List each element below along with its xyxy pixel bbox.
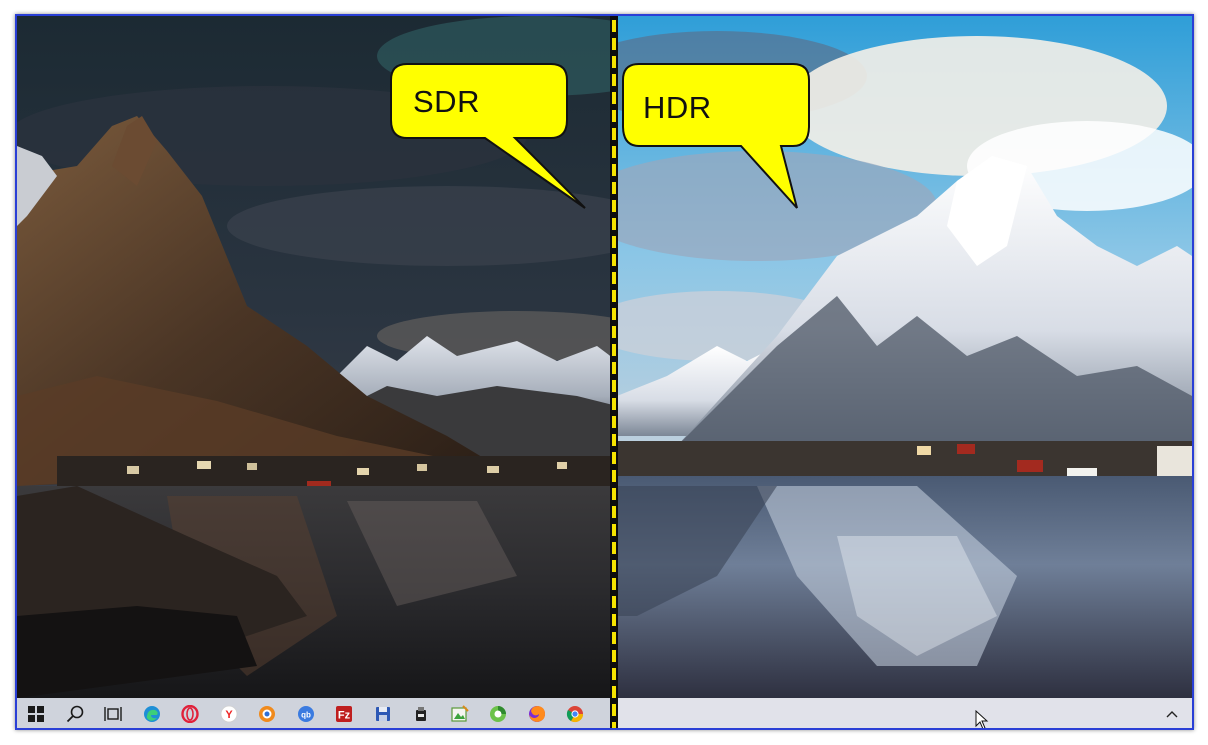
chrome-icon[interactable] [556, 698, 595, 728]
task-view-icon[interactable] [94, 698, 133, 728]
taskbar-icons: Y qb Fz [17, 698, 595, 728]
qbittorrent-icon[interactable]: qb [287, 698, 326, 728]
save-disk-icon[interactable] [364, 698, 403, 728]
svg-text:Fz: Fz [338, 710, 351, 722]
taskbar-hdr-segment [615, 698, 1192, 728]
desktop-wallpaper [17, 16, 1192, 698]
screenshot-frame: SDR HDR Y qb Fz [15, 14, 1194, 730]
filezilla-icon[interactable]: Fz [325, 698, 364, 728]
mouse-cursor-icon [975, 710, 989, 728]
sdr-callout: SDR [389, 62, 589, 212]
edge-browser-icon[interactable] [133, 698, 172, 728]
taskbar: Y qb Fz [17, 698, 1192, 728]
firefox-icon[interactable] [518, 698, 557, 728]
search-icon[interactable] [56, 698, 95, 728]
yandex-browser-icon[interactable]: Y [210, 698, 249, 728]
svg-text:qb: qb [301, 711, 311, 720]
windows-start-icon[interactable] [17, 698, 56, 728]
svg-text:Y: Y [225, 709, 233, 721]
image-editor-icon[interactable] [441, 698, 480, 728]
hdr-label: HDR [643, 90, 712, 125]
cleaner-app-icon[interactable] [479, 698, 518, 728]
chevron-up-icon[interactable] [1164, 706, 1180, 722]
opera-browser-icon[interactable] [171, 698, 210, 728]
comparison-divider [610, 16, 618, 728]
sdr-label: SDR [413, 84, 480, 119]
usb-device-icon[interactable] [402, 698, 441, 728]
security-app-icon[interactable] [248, 698, 287, 728]
hdr-callout: HDR [621, 62, 821, 212]
